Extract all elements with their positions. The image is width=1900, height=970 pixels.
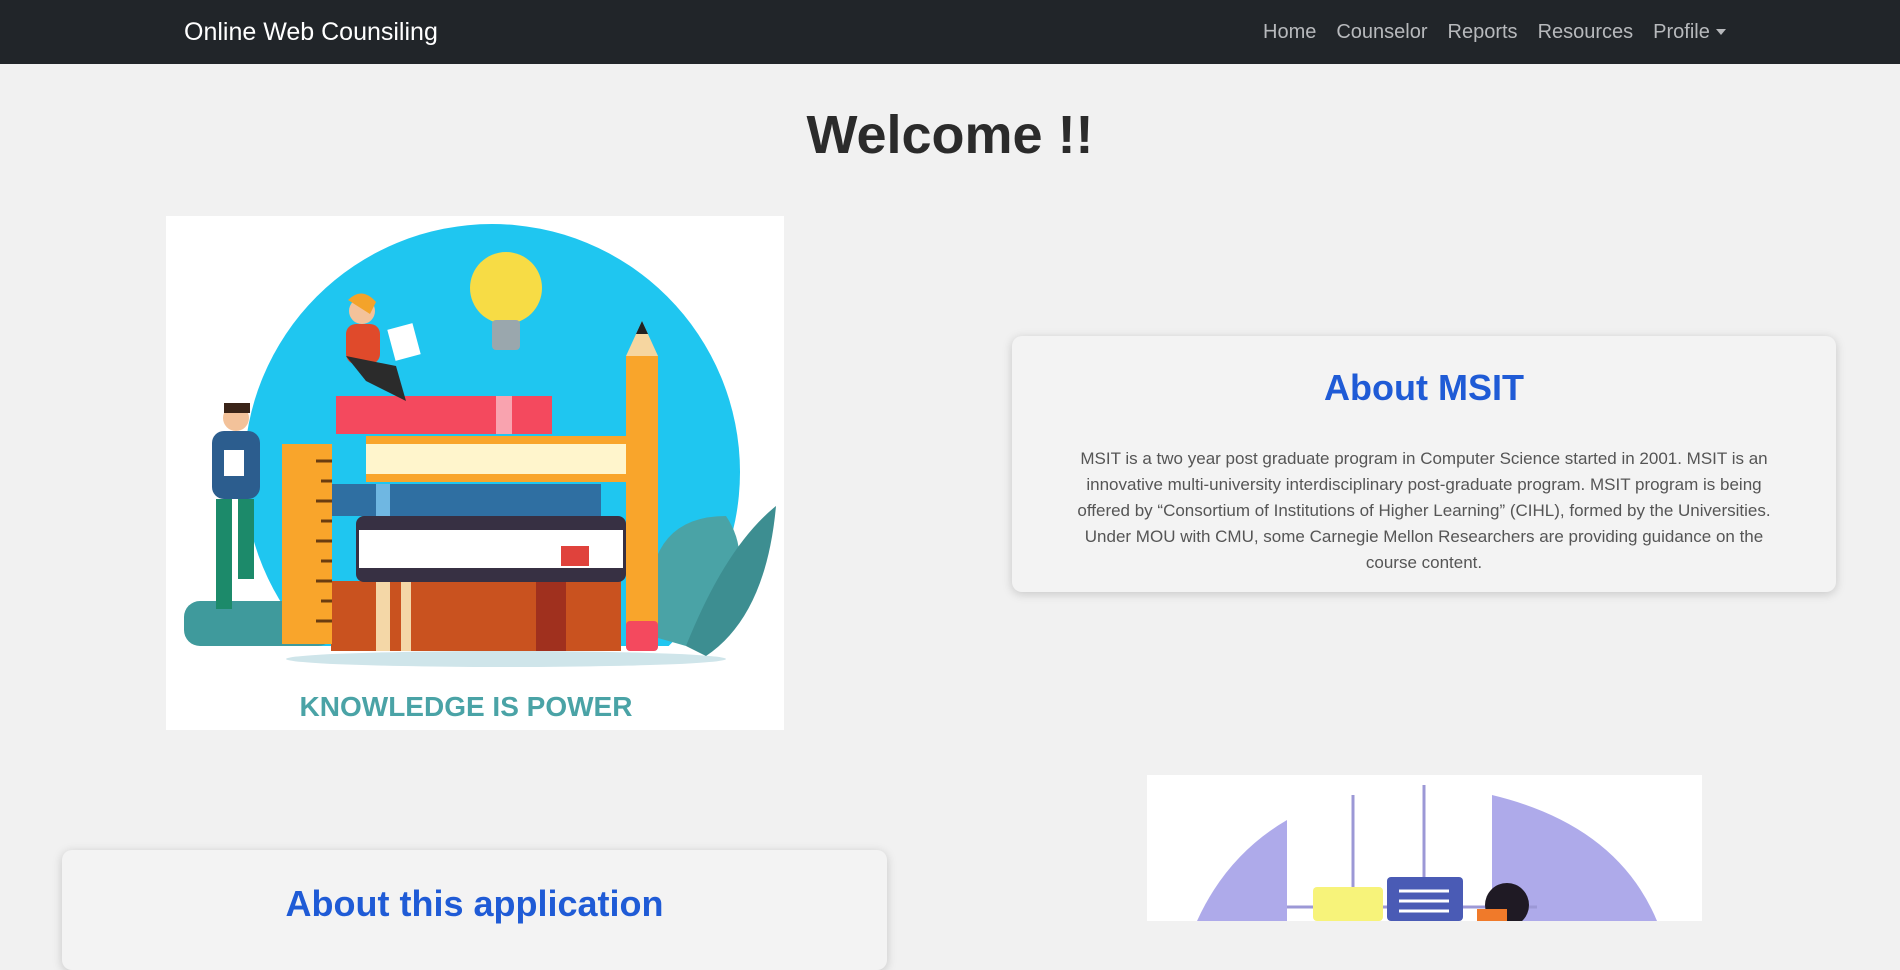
brand-link[interactable]: Online Web Counsiling [184,16,438,48]
nav-profile-dropdown[interactable]: Profile [1643,18,1736,46]
knowledge-illustration: KNOWLEDGE IS POWER [166,216,784,730]
nav-counselor-link[interactable]: Counselor [1326,18,1437,46]
about-app-title: About this application [285,883,664,924]
nav-resources-link[interactable]: Resources [1528,18,1644,46]
application-illustration [1147,775,1702,921]
nav-reports-link[interactable]: Reports [1438,18,1528,46]
about-msit-card: About MSIT MSIT is a two year post gradu… [1012,336,1836,592]
nav-links: Home Counselor Reports Resources Profile [1253,18,1736,46]
top-navbar: Online Web Counsiling Home Counselor Rep… [0,0,1900,64]
about-msit-title: About MSIT [1324,367,1524,408]
nav-home-link[interactable]: Home [1253,18,1326,46]
about-app-card: About this application [62,850,887,970]
illustration-caption: KNOWLEDGE IS POWER [300,691,633,722]
about-msit-text: MSIT is a two year post graduate program… [1077,449,1771,572]
page-title: Welcome !! [806,105,1094,165]
